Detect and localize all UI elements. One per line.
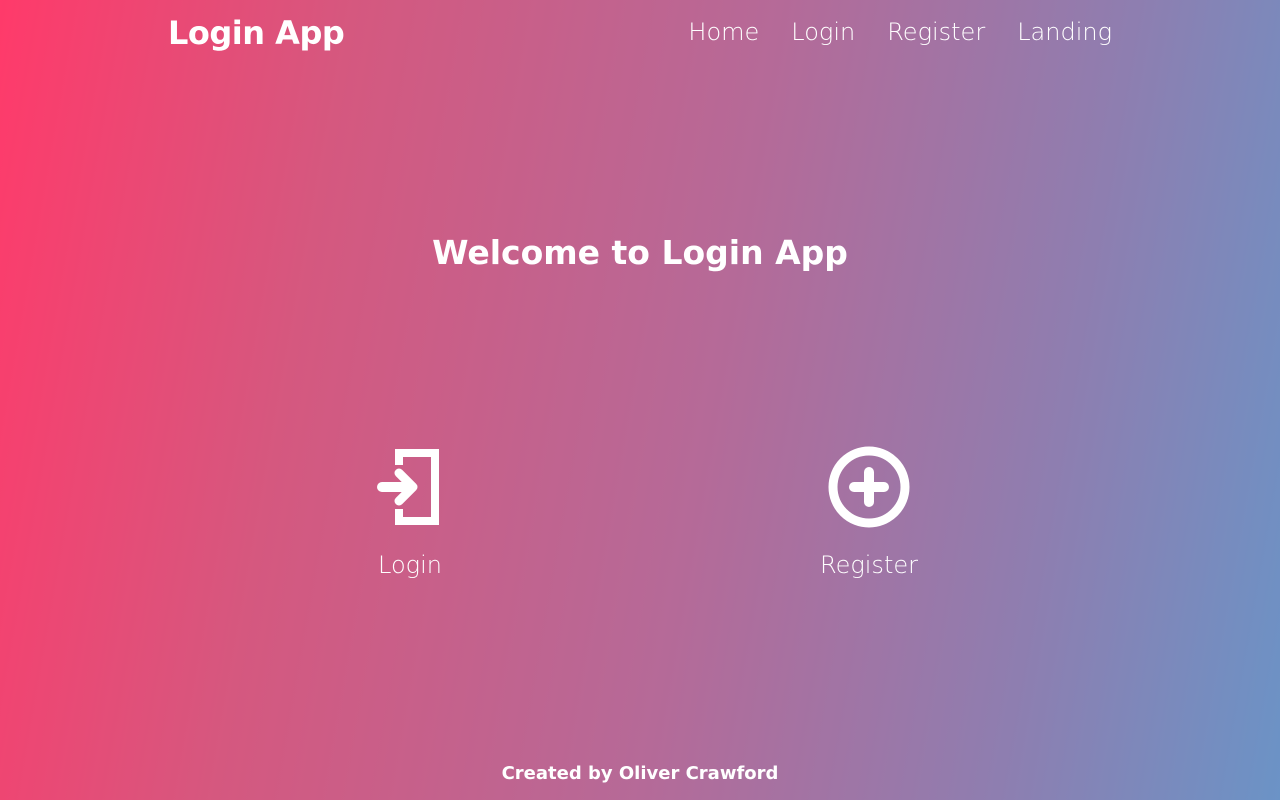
login-label: Login <box>378 551 442 579</box>
footer-credit: Created by Oliver Crawford <box>501 763 779 784</box>
login-action[interactable]: Login <box>320 445 500 579</box>
nav-login[interactable]: Login <box>791 18 855 46</box>
main-nav: Home Login Register Landing <box>688 18 1112 46</box>
app-logo-title[interactable]: Login App <box>168 14 345 52</box>
nav-register[interactable]: Register <box>887 18 985 46</box>
register-action[interactable]: Register <box>779 445 959 579</box>
nav-home[interactable]: Home <box>688 18 759 46</box>
register-label: Register <box>820 551 918 579</box>
login-icon[interactable] <box>368 445 452 529</box>
nav-landing[interactable]: Landing <box>1017 18 1112 46</box>
plus-circle-icon[interactable] <box>827 445 911 529</box>
page-title: Welcome to Login App <box>432 233 848 272</box>
